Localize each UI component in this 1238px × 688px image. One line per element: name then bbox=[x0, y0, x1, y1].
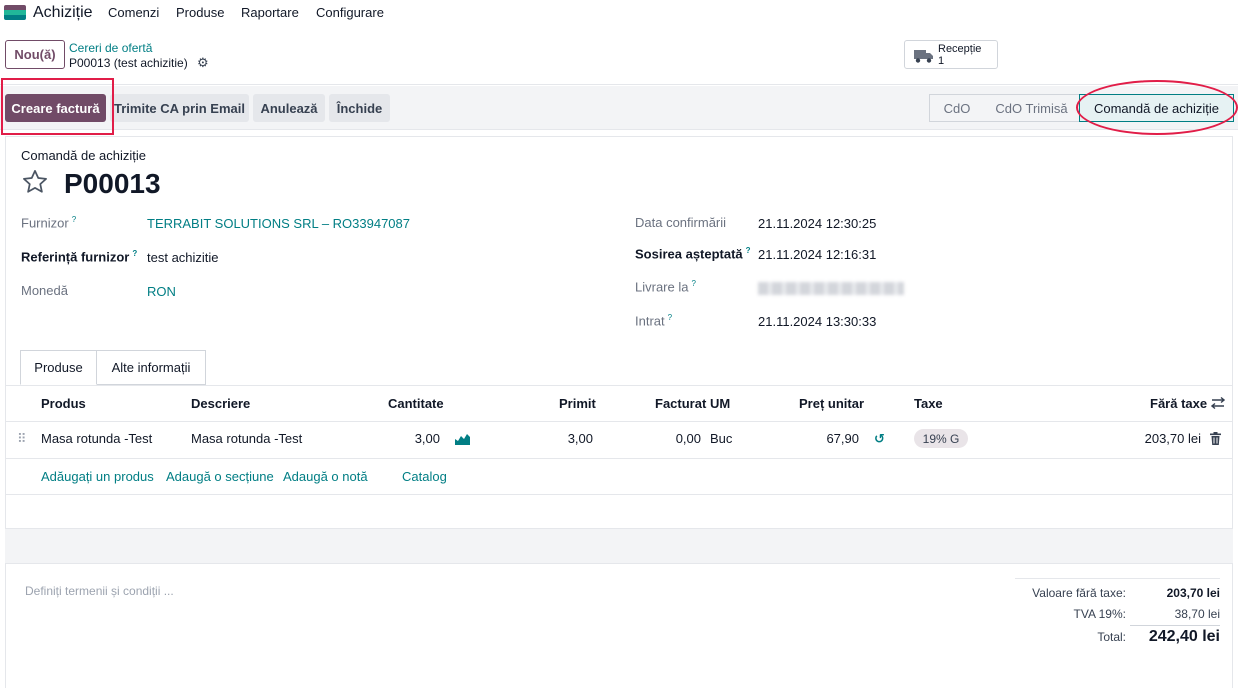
confirm-date-field[interactable]: 21.11.2024 12:30:25 bbox=[758, 216, 876, 231]
add-product-link[interactable]: Adăugați un produs bbox=[41, 469, 154, 484]
menu-products[interactable]: Produse bbox=[176, 5, 224, 20]
currency-field[interactable]: RON bbox=[147, 284, 176, 299]
expected-arrival-label: Sosirea așteptată? bbox=[635, 246, 751, 262]
total-amount: 242,40 lei bbox=[1148, 628, 1220, 645]
row-received[interactable]: 3,00 bbox=[543, 431, 593, 446]
record-name: P00013 bbox=[64, 168, 161, 199]
receipt-count: 1 bbox=[938, 55, 945, 67]
total-divider bbox=[1130, 625, 1220, 626]
tab-other-info[interactable]: Alte informații bbox=[96, 350, 206, 385]
totals-top-divider bbox=[1015, 578, 1220, 579]
row-tax-badge[interactable]: 19% G bbox=[914, 429, 968, 448]
trash-icon[interactable] bbox=[1210, 432, 1221, 445]
status-rfq[interactable]: CdO bbox=[929, 94, 984, 122]
app-title[interactable]: Achiziție bbox=[33, 4, 93, 22]
deliver-to-label: Livrare la? bbox=[635, 279, 696, 295]
status-rfq-sent[interactable]: CdO Trimisă bbox=[984, 94, 1079, 122]
star-icon[interactable] bbox=[21, 168, 49, 196]
drag-handle-icon[interactable]: ⠿ bbox=[17, 431, 27, 447]
top-navbar: Achiziție Comenzi Produse Raportare Conf… bbox=[0, 0, 1238, 26]
forecast-chart-icon[interactable] bbox=[455, 433, 470, 445]
row-uom[interactable]: Buc bbox=[710, 431, 732, 446]
col-quantity[interactable]: Cantitate bbox=[388, 396, 444, 411]
table-footer-row bbox=[5, 529, 1233, 563]
truck-icon bbox=[914, 50, 933, 63]
row-subtotal: 203,70 lei bbox=[1144, 431, 1201, 446]
add-section-link[interactable]: Adaugă o secțiune bbox=[166, 469, 274, 484]
col-product[interactable]: Produs bbox=[41, 396, 86, 411]
deliver-to-field-blurred[interactable] bbox=[758, 282, 904, 295]
menu-orders[interactable]: Comenzi bbox=[108, 5, 159, 20]
lock-button[interactable]: Închide bbox=[329, 94, 390, 122]
purchase-app-icon[interactable] bbox=[4, 5, 26, 20]
vendor-field[interactable]: TERRABIT SOLUTIONS SRL – RO33947087 bbox=[147, 216, 410, 231]
col-description[interactable]: Descriere bbox=[191, 396, 250, 411]
currency-label: Monedă bbox=[21, 283, 68, 298]
col-received[interactable]: Primit bbox=[559, 396, 596, 411]
tax-label: TVA 19%: bbox=[1073, 607, 1126, 621]
terms-conditions-input[interactable]: Definiți termenii și condiții ... bbox=[25, 584, 174, 598]
tab-products[interactable]: Produse bbox=[20, 350, 97, 385]
new-button[interactable]: Nou(ă) bbox=[5, 40, 65, 69]
total-label: Total: bbox=[1097, 630, 1126, 644]
breadcrumb-current: P00013 (test achizitie) bbox=[69, 56, 188, 70]
column-settings-icon[interactable] bbox=[1211, 396, 1225, 410]
expected-arrival-field[interactable]: 21.11.2024 12:16:31 bbox=[758, 247, 876, 262]
add-row-divider bbox=[5, 494, 1233, 495]
row-product[interactable]: Masa rotunda -Test bbox=[41, 431, 152, 446]
received-label: Intrat? bbox=[635, 313, 673, 329]
row-divider bbox=[5, 458, 1233, 459]
row-description[interactable]: Masa rotunda -Test bbox=[191, 431, 302, 446]
add-note-link[interactable]: Adaugă o notă bbox=[283, 469, 368, 484]
col-uom[interactable]: UM bbox=[710, 396, 730, 411]
row-billed[interactable]: 0,00 bbox=[651, 431, 701, 446]
header-row-divider bbox=[5, 421, 1233, 422]
table-bottom-divider bbox=[5, 563, 1233, 564]
col-taxes[interactable]: Taxe bbox=[914, 396, 943, 411]
row-unit-price[interactable]: 67,90 bbox=[809, 431, 859, 446]
highlight-box bbox=[1, 78, 114, 135]
col-subtotal[interactable]: Fără taxe bbox=[1150, 396, 1207, 411]
col-unit-price[interactable]: Preț unitar bbox=[799, 396, 864, 411]
receipt-smart-button[interactable]: Recepție 1 bbox=[904, 40, 998, 69]
untaxed-label: Valoare fără taxe: bbox=[1032, 586, 1126, 600]
menu-reporting[interactable]: Raportare bbox=[241, 5, 299, 20]
header-divider bbox=[0, 84, 1238, 85]
price-history-icon[interactable]: ↺ bbox=[874, 431, 885, 447]
confirm-date-label: Data confirmării bbox=[635, 215, 727, 230]
highlight-ellipse bbox=[1076, 80, 1238, 135]
receipt-label: Recepție bbox=[938, 43, 982, 55]
received-date-field[interactable]: 21.11.2024 13:30:33 bbox=[758, 314, 876, 329]
col-billed[interactable]: Facturat bbox=[655, 396, 706, 411]
menu-configuration[interactable]: Configurare bbox=[316, 5, 384, 20]
record-type-label: Comandă de achiziție bbox=[21, 148, 147, 163]
breadcrumb-parent[interactable]: Cereri de ofertă bbox=[69, 41, 152, 55]
gear-icon[interactable]: ⚙ bbox=[197, 55, 209, 71]
vendor-ref-label: Referință furnizor? bbox=[21, 249, 138, 265]
send-po-email-button[interactable]: Trimite CA prin Email bbox=[110, 94, 249, 122]
untaxed-amount: 203,70 lei bbox=[1166, 586, 1220, 600]
cancel-button[interactable]: Anulează bbox=[253, 94, 325, 122]
vendor-ref-field[interactable]: test achizitie bbox=[147, 250, 219, 265]
row-quantity[interactable]: 3,00 bbox=[390, 431, 440, 446]
tax-amount: 38,70 lei bbox=[1174, 607, 1220, 621]
tab-underline bbox=[5, 385, 1233, 386]
vendor-label: Furnizor? bbox=[21, 215, 77, 231]
catalog-link[interactable]: Catalog bbox=[402, 469, 447, 484]
